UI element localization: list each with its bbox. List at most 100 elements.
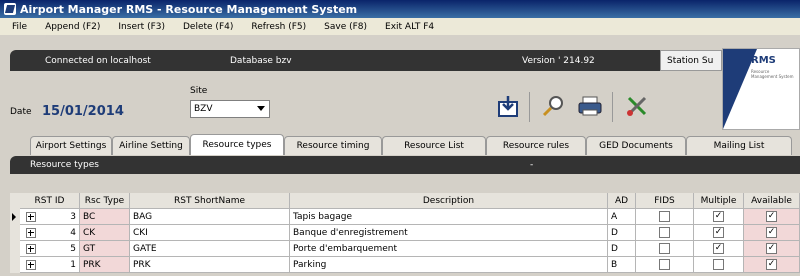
cell-desc[interactable]: Porte d'embarquement [290,241,608,257]
site-label: Site [190,86,208,96]
col-rst-shortname[interactable]: RST ShortName [130,193,290,209]
cell-multiple[interactable]: ✓ [694,209,744,225]
checkbox-checked[interactable]: ✓ [766,243,777,254]
table-row[interactable]: 4 CK CKI Banque d'enregistrement D ✓ ✓ [10,225,800,241]
chevron-down-icon[interactable] [257,106,265,111]
cell-id[interactable]: 1 [20,257,80,273]
col-fids[interactable]: FIDS [636,193,694,209]
rst-id-value: 3 [70,211,76,222]
date-label: Date [10,107,32,117]
print-button[interactable] [575,92,605,120]
cell-id[interactable]: 3 [20,209,80,225]
date-value[interactable]: 15/01/2014 [42,104,124,119]
tab-bar: Airport Settings Airline Setting Resourc… [0,134,800,156]
menu-refresh[interactable]: Refresh (F5) [251,22,306,32]
expand-icon[interactable] [26,227,36,238]
site-select[interactable]: BZV [190,100,270,118]
checkbox-unchecked[interactable] [659,211,670,222]
cell-short[interactable]: CKI [130,225,290,241]
checkbox-checked[interactable]: ✓ [713,211,724,222]
table-row[interactable]: 1 PRK PRK Parking B ✓ [10,257,800,273]
connection-bar: Connected on localhost Database bzv Vers… [10,50,660,71]
tab-resource-rules[interactable]: Resource rules [486,136,586,155]
tools-icon [627,96,647,116]
logo-text: RMS [751,55,776,66]
col-multiple[interactable]: Multiple [694,193,744,209]
search-icon [542,96,563,117]
col-rst-id[interactable]: RST ID [20,193,80,209]
menu-save[interactable]: Save (F8) [324,22,367,32]
cell-ad[interactable]: A [608,209,636,225]
menu-delete[interactable]: Delete (F4) [183,22,233,32]
cell-type[interactable]: GT [80,241,130,257]
cell-id[interactable]: 4 [20,225,80,241]
tab-resource-types[interactable]: Resource types [190,134,284,155]
cell-desc[interactable]: Banque d'enregistrement [290,225,608,241]
cell-ad[interactable]: B [608,257,636,273]
cell-id[interactable]: 5 [20,241,80,257]
cell-available[interactable]: ✓ [744,257,800,273]
cell-available[interactable]: ✓ [744,209,800,225]
tools-button[interactable] [622,92,652,120]
table-row[interactable]: 5 GT GATE Porte d'embarquement D ✓ ✓ [10,241,800,257]
cell-fids[interactable] [636,241,694,257]
cell-available[interactable]: ✓ [744,225,800,241]
tab-resource-list[interactable]: Resource List [382,136,486,155]
cell-available[interactable]: ✓ [744,241,800,257]
checkbox-checked[interactable]: ✓ [713,243,724,254]
checkbox-unchecked[interactable] [659,259,670,270]
checkbox-checked[interactable]: ✓ [766,211,777,222]
cell-type[interactable]: PRK [80,257,130,273]
cell-fids[interactable] [636,225,694,241]
cell-type[interactable]: CK [80,225,130,241]
tab-ged-documents[interactable]: GED Documents [586,136,686,155]
tab-airport-settings[interactable]: Airport Settings [30,136,112,155]
col-ad[interactable]: AD [608,193,636,209]
export-button[interactable] [493,92,523,120]
col-rsc-type[interactable]: Rsc Type [80,193,130,209]
cell-fids[interactable] [636,257,694,273]
cell-ad[interactable]: D [608,225,636,241]
menu-append[interactable]: Append (F2) [45,22,100,32]
arrow-right-icon [12,213,16,221]
title-bar: Airport Manager RMS - Resource Managemen… [0,0,800,18]
checkbox-checked[interactable]: ✓ [713,227,724,238]
cell-multiple[interactable] [694,257,744,273]
cell-desc[interactable]: Parking [290,257,608,273]
checkbox-unchecked[interactable] [659,243,670,254]
col-description[interactable]: Description [290,193,608,209]
cell-multiple[interactable]: ✓ [694,225,744,241]
checkbox-unchecked[interactable] [713,259,724,270]
section-dash: - [530,160,534,170]
menu-insert[interactable]: Insert (F3) [118,22,165,32]
cell-ad[interactable]: D [608,241,636,257]
col-available[interactable]: Available [744,193,800,209]
tab-airline-settings[interactable]: Airline Setting [112,136,190,155]
cell-short[interactable]: PRK [130,257,290,273]
rst-id-value: 4 [70,227,76,238]
cell-short[interactable]: BAG [130,209,290,225]
cell-multiple[interactable]: ✓ [694,241,744,257]
checkbox-checked[interactable]: ✓ [766,227,777,238]
cell-type[interactable]: BC [80,209,130,225]
tab-mailing-list[interactable]: Mailing List [686,136,792,155]
expand-icon[interactable] [26,243,36,254]
print-icon [578,96,602,116]
station-label: Station Su [660,50,722,71]
cell-short[interactable]: GATE [130,241,290,257]
tab-resource-timing[interactable]: Resource timing [284,136,382,155]
window-title: Airport Manager RMS - Resource Managemen… [20,2,358,16]
cell-fids[interactable] [636,209,694,225]
cell-desc[interactable]: Tapis bagage [290,209,608,225]
checkbox-unchecked[interactable] [659,227,670,238]
expand-icon[interactable] [26,259,36,270]
menu-file[interactable]: File [12,22,27,32]
section-header: Resource types - [10,156,800,174]
search-button[interactable] [538,92,568,120]
table-row[interactable]: 3 BC BAG Tapis bagage A ✓ ✓ [10,209,800,225]
export-icon [498,96,518,117]
menu-exit[interactable]: Exit ALT F4 [385,22,434,32]
table-header-row: RST ID Rsc Type RST ShortName Descriptio… [10,193,800,209]
checkbox-checked[interactable]: ✓ [766,259,777,270]
expand-icon[interactable] [26,211,36,222]
